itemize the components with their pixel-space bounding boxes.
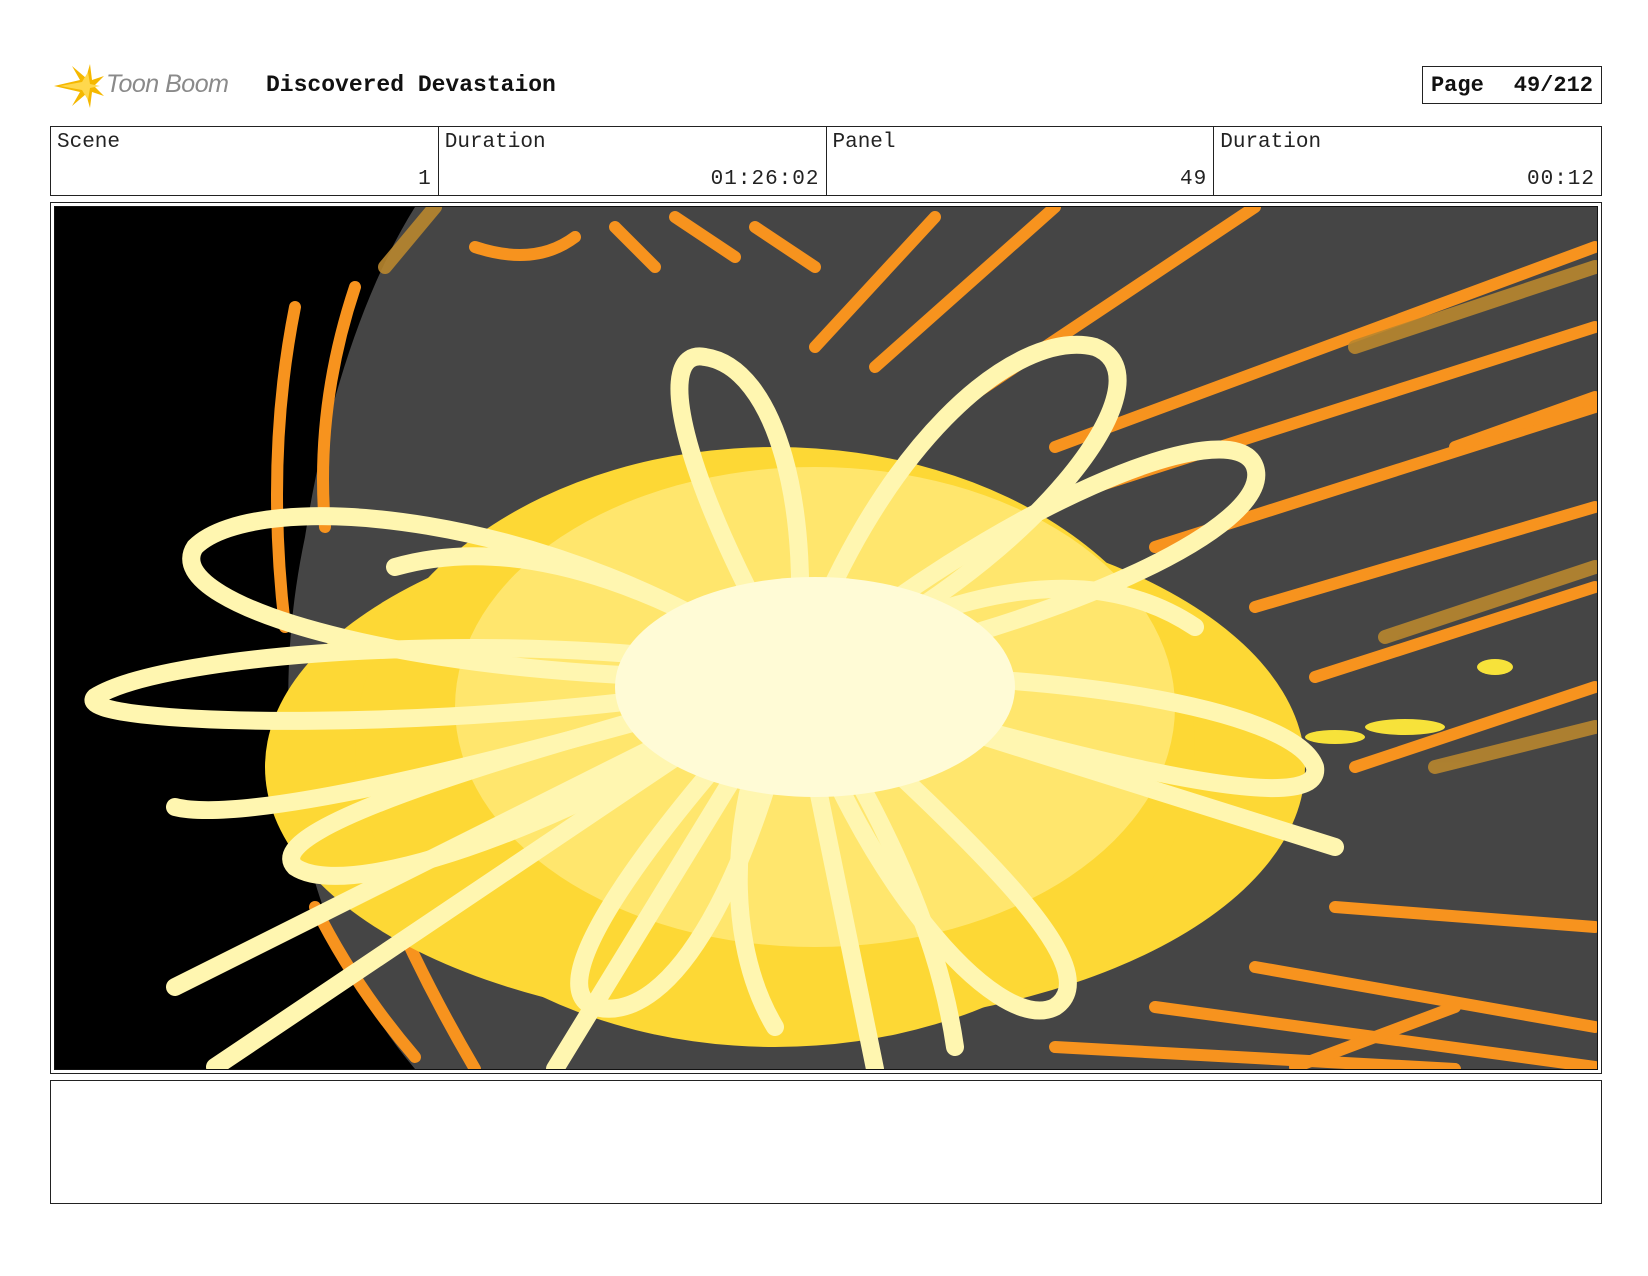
panel-value: 49 <box>1180 168 1208 191</box>
document-title: Discovered Devastaion <box>266 72 556 98</box>
panel-duration-label: Duration <box>1220 131 1322 154</box>
scene-value: 1 <box>418 168 432 191</box>
explosion-illustration <box>55 207 1597 1069</box>
scene-label: Scene <box>57 131 121 154</box>
scene-duration-cell: Duration 01:26:02 <box>437 127 826 195</box>
panel-duration-cell: Duration 00:12 <box>1213 127 1601 195</box>
page-header: Toon Boom Discovered Devastaion Page 49/… <box>50 60 1602 112</box>
toon-boom-logo: Toon Boom <box>50 60 250 112</box>
page-label: Page <box>1430 72 1484 98</box>
scene-duration-label: Duration <box>444 131 546 154</box>
panel-label: Panel <box>832 131 896 154</box>
storyboard-panel-image <box>54 206 1598 1070</box>
starburst-icon <box>54 64 104 108</box>
page-number: 49/212 <box>1513 72 1593 98</box>
page-indicator: Page 49/212 <box>1421 66 1602 104</box>
storyboard-panel-frame <box>50 202 1602 1074</box>
logo-text: Toon Boom <box>106 70 229 98</box>
notes-box <box>50 1080 1602 1204</box>
info-row: Scene 1 Duration 01:26:02 Panel 49 Durat… <box>50 126 1602 196</box>
panel-cell: Panel 49 <box>825 127 1214 195</box>
panel-duration-value: 00:12 <box>1526 168 1595 191</box>
scene-duration-value: 01:26:02 <box>710 168 820 191</box>
scene-cell: Scene 1 <box>51 127 438 195</box>
